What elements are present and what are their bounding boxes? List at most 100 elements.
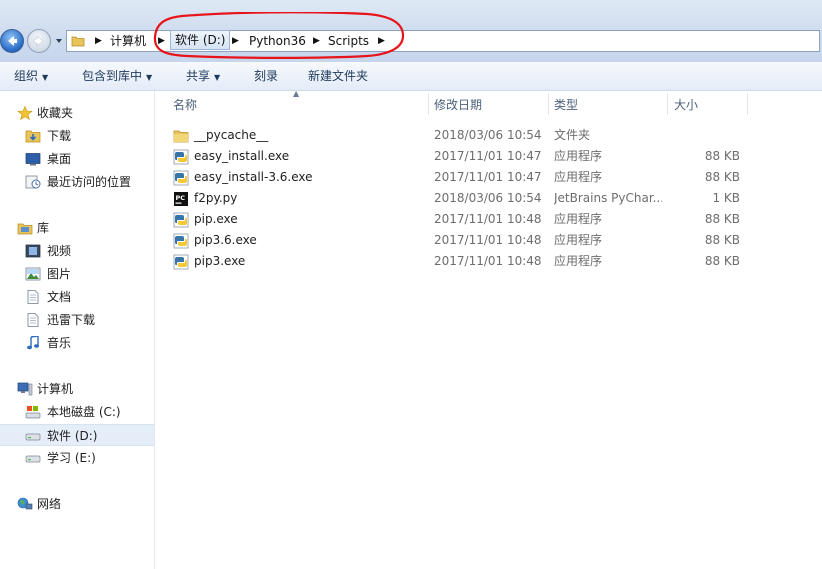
sidebar-item-downloads[interactable]: 下载 xyxy=(0,125,154,147)
sidebar-item-label: 迅雷下载 xyxy=(47,313,96,327)
breadcrumb-python36[interactable]: Python36 xyxy=(249,31,306,51)
sidebar-item-label: 计算机 xyxy=(37,382,74,396)
column-header-size[interactable]: 大小 xyxy=(674,91,744,117)
column-divider[interactable] xyxy=(428,93,429,115)
sidebar-item-drive-c[interactable]: 本地磁盘 (C:) xyxy=(0,401,154,423)
python-exe-icon xyxy=(173,212,189,228)
sidebar-item-pictures[interactable]: 图片 xyxy=(0,263,154,285)
file-modified: 2018/03/06 10:54 xyxy=(434,191,542,205)
column-divider[interactable] xyxy=(667,93,668,115)
chevron-down-icon: ▼ xyxy=(42,73,49,82)
file-size: 88 KB xyxy=(704,212,740,226)
python-exe-icon xyxy=(173,233,189,249)
sidebar-item-label: 图片 xyxy=(47,267,72,281)
share-button[interactable]: 共享 ▼ xyxy=(186,62,220,90)
breadcrumb-separator-icon[interactable]: ▶ xyxy=(232,31,239,51)
column-header-type[interactable]: 类型 xyxy=(554,91,664,117)
navigation-pane[interactable]: 收藏夹 下载 桌面 最近访问的位置 库 视频 图片 文档 迅雷下载 音乐 计算机… xyxy=(0,91,155,569)
column-header-modified[interactable]: 修改日期 xyxy=(434,91,544,117)
file-name: pip.exe xyxy=(194,212,238,226)
folder-icon xyxy=(71,36,85,47)
file-modified: 2017/11/01 10:47 xyxy=(434,149,542,163)
sidebar-item-label: 最近访问的位置 xyxy=(47,175,132,189)
video-library-icon xyxy=(25,244,41,258)
column-divider[interactable] xyxy=(747,93,748,115)
file-type: 文件夹 xyxy=(554,128,591,142)
address-field[interactable]: ▶ 计算机 ▶ 软件 (D:) ▶ Python36 ▶ Scripts ▶ xyxy=(66,30,820,52)
sidebar-item-label: 学习 (E:) xyxy=(47,451,96,465)
back-arrow-icon xyxy=(8,36,17,46)
forward-button[interactable] xyxy=(27,29,51,53)
include-in-library-label: 包含到库中 xyxy=(82,69,143,83)
network-icon xyxy=(17,497,33,510)
burn-label: 刻录 xyxy=(254,69,279,83)
document-library-icon xyxy=(27,290,39,304)
sidebar-item-label: 下载 xyxy=(47,129,72,143)
sidebar-item-label: 本地磁盘 (C:) xyxy=(47,405,121,419)
picture-library-icon xyxy=(25,267,41,281)
file-modified: 2017/11/01 10:48 xyxy=(434,212,542,226)
file-row[interactable]: pip3.exe 2017/11/01 10:48 应用程序 88 KB xyxy=(155,251,822,272)
breadcrumb-separator-icon[interactable]: ▶ xyxy=(313,31,320,51)
breadcrumb-drive-d[interactable]: 软件 (D:) xyxy=(170,30,231,50)
sidebar-item-music[interactable]: 音乐 xyxy=(0,332,154,354)
file-modified: 2018/03/06 10:54 xyxy=(434,128,542,142)
file-row[interactable]: PC f2py.py 2018/03/06 10:54 JetBrains Py… xyxy=(155,188,822,209)
sidebar-item-drive-d[interactable]: 软件 (D:) xyxy=(0,424,154,446)
breadcrumb-separator-icon[interactable]: ▶ xyxy=(95,31,102,51)
sidebar-item-libraries[interactable]: 库 xyxy=(0,217,154,239)
file-type: 应用程序 xyxy=(554,233,603,247)
breadcrumb-separator-icon[interactable]: ▶ xyxy=(158,31,165,51)
sidebar-item-recent-places[interactable]: 最近访问的位置 xyxy=(0,171,154,193)
sidebar-item-videos[interactable]: 视频 xyxy=(0,240,154,262)
column-divider[interactable] xyxy=(548,93,549,115)
download-folder-icon xyxy=(25,130,41,143)
music-library-icon xyxy=(27,336,39,350)
system-drive-icon xyxy=(25,406,41,419)
sidebar-item-thunder-download[interactable]: 迅雷下载 xyxy=(0,309,154,331)
file-name: pip3.exe xyxy=(194,254,246,268)
drive-icon xyxy=(25,455,41,463)
file-modified: 2017/11/01 10:48 xyxy=(434,233,542,247)
file-list-pane[interactable]: ▲ 名称 修改日期 类型 大小 __pycache__ 2018/03/06 1… xyxy=(155,89,822,569)
sidebar-item-documents[interactable]: 文档 xyxy=(0,286,154,308)
burn-button[interactable]: 刻录 xyxy=(254,62,278,90)
organize-button[interactable]: 组织 ▼ xyxy=(14,62,48,90)
recent-pages-chevron-down-icon[interactable] xyxy=(54,36,64,46)
back-button[interactable] xyxy=(0,29,24,53)
new-folder-button[interactable]: 新建文件夹 xyxy=(308,62,368,90)
sidebar-item-desktop[interactable]: 桌面 xyxy=(0,148,154,170)
column-header-name[interactable]: 名称 xyxy=(173,91,423,117)
sidebar-item-label: 软件 (D:) xyxy=(47,429,98,443)
desktop-icon xyxy=(25,153,41,166)
file-row[interactable]: easy_install-3.6.exe 2017/11/01 10:47 应用… xyxy=(155,167,822,188)
breadcrumb-computer[interactable]: 计算机 xyxy=(110,31,146,51)
file-size: 88 KB xyxy=(704,254,740,268)
file-row[interactable]: __pycache__ 2018/03/06 10:54 文件夹 xyxy=(155,125,822,146)
file-row[interactable]: pip.exe 2017/11/01 10:48 应用程序 88 KB xyxy=(155,209,822,230)
sidebar-item-computer[interactable]: 计算机 xyxy=(0,378,154,400)
file-size: 88 KB xyxy=(704,149,740,163)
chevron-down-icon: ▼ xyxy=(146,73,153,82)
file-type: JetBrains PyChar... xyxy=(554,191,662,205)
file-row[interactable]: easy_install.exe 2017/11/01 10:47 应用程序 8… xyxy=(155,146,822,167)
file-name: easy_install-3.6.exe xyxy=(194,170,313,184)
folder-icon xyxy=(173,130,189,143)
new-folder-label: 新建文件夹 xyxy=(308,69,369,83)
drive-icon xyxy=(25,433,41,441)
forward-arrow-icon xyxy=(33,35,44,47)
sidebar-item-label: 网络 xyxy=(37,497,62,511)
sidebar-item-label: 视频 xyxy=(47,244,72,258)
file-row[interactable]: pip3.6.exe 2017/11/01 10:48 应用程序 88 KB xyxy=(155,230,822,251)
organize-label: 组织 xyxy=(14,69,39,83)
sidebar-item-network[interactable]: 网络 xyxy=(0,493,154,515)
sidebar-item-favorites[interactable]: 收藏夹 xyxy=(0,102,154,124)
sidebar-item-drive-e[interactable]: 学习 (E:) xyxy=(0,447,154,469)
include-in-library-button[interactable]: 包含到库中 ▼ xyxy=(82,62,152,90)
python-exe-icon xyxy=(173,170,189,186)
breadcrumb-scripts[interactable]: Scripts xyxy=(328,31,369,51)
breadcrumb-separator-icon[interactable]: ▶ xyxy=(378,31,385,51)
sidebar-item-label: 库 xyxy=(37,221,50,235)
library-icon xyxy=(17,223,33,235)
sidebar-item-label: 音乐 xyxy=(47,336,72,350)
